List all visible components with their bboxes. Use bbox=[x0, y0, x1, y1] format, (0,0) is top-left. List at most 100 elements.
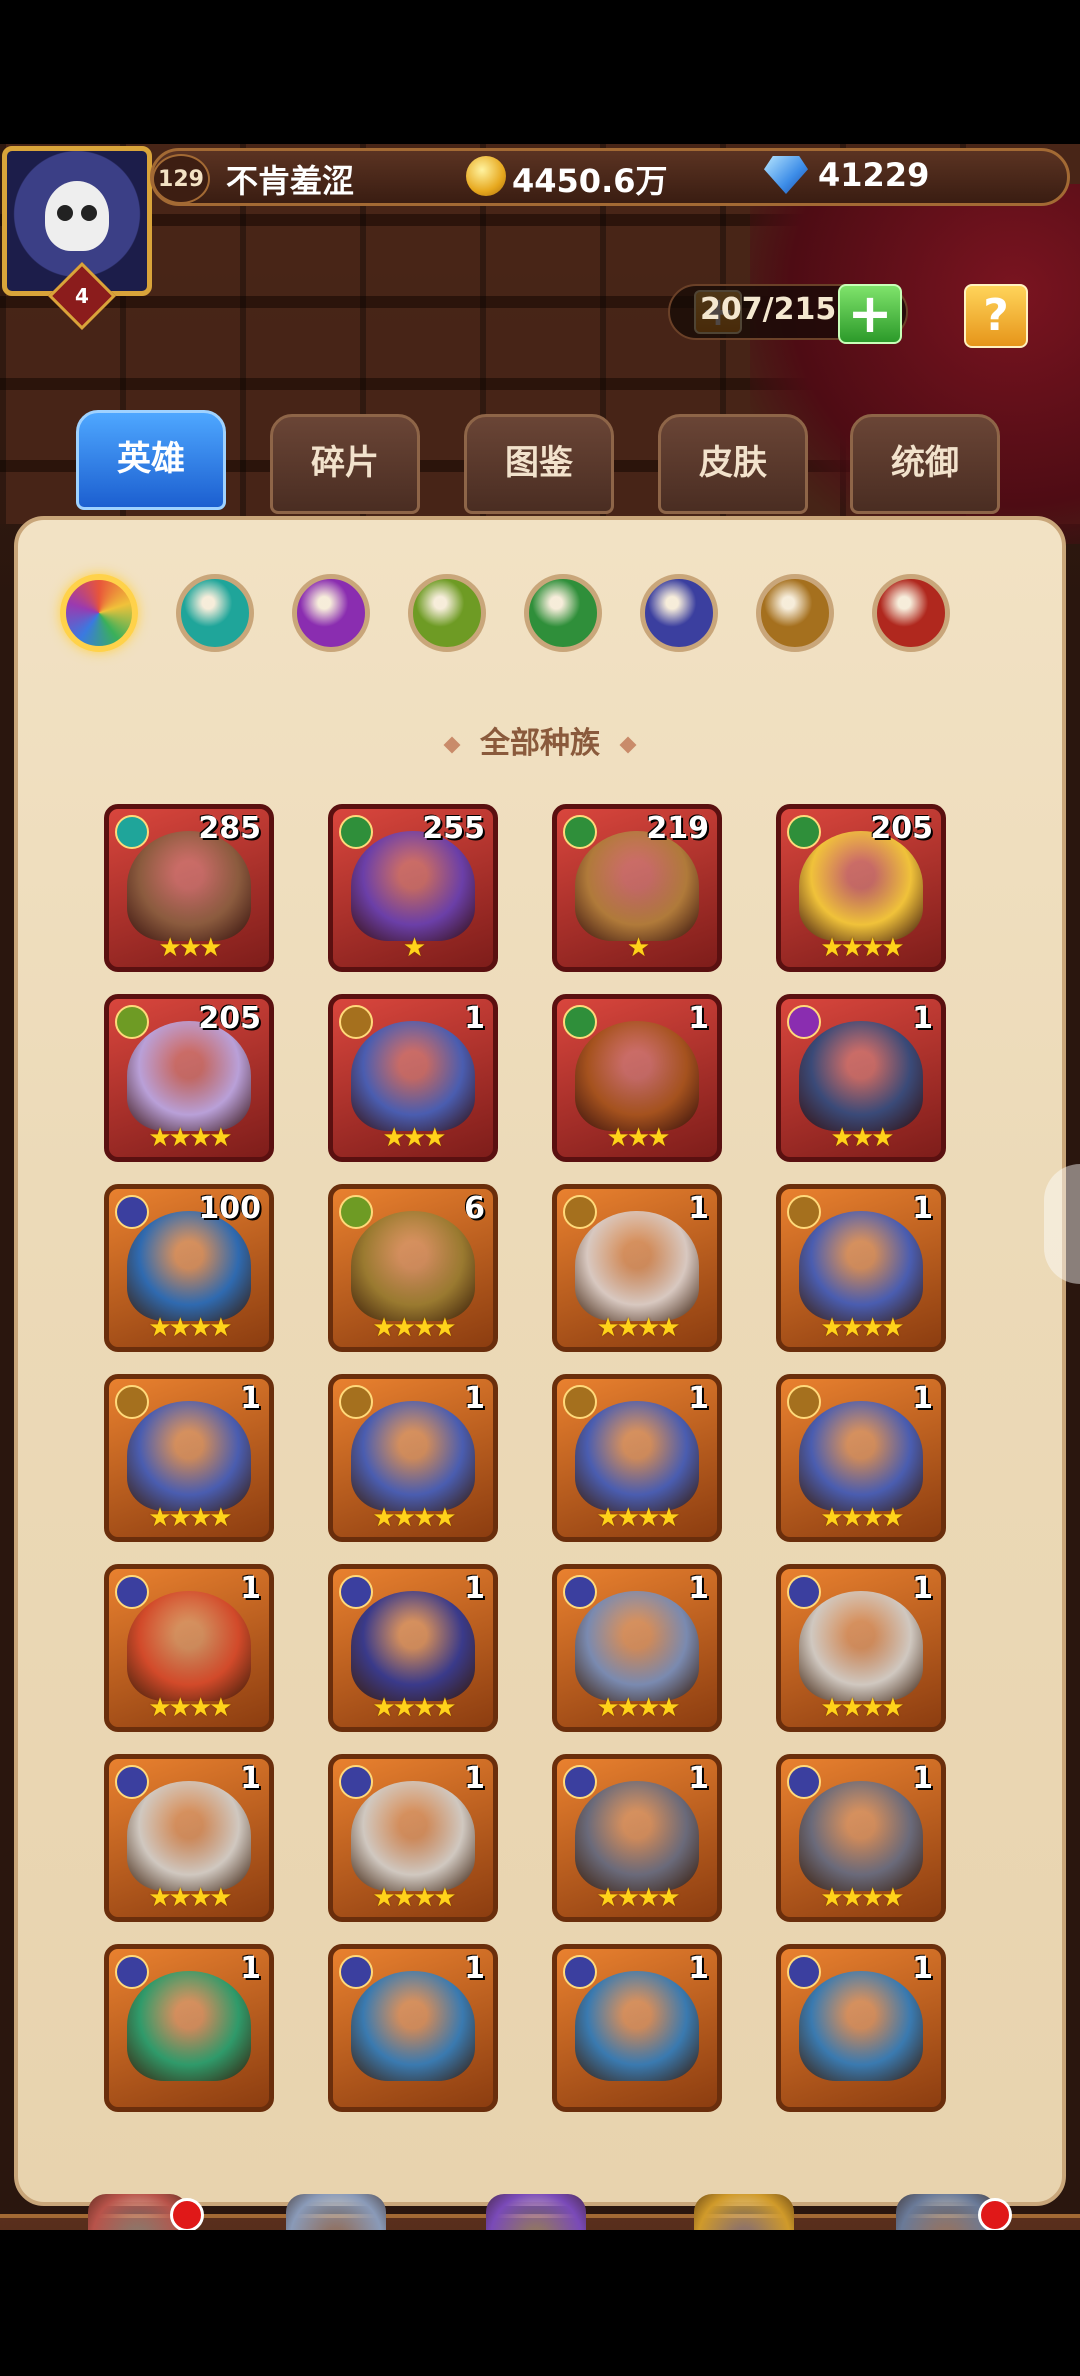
hero-stars: ★★★★ bbox=[148, 1313, 232, 1343]
tab-codex[interactable]: 图鉴 bbox=[464, 414, 614, 514]
hero-card[interactable]: 100 ★★★★ bbox=[104, 1184, 274, 1352]
hero-portrait bbox=[799, 1401, 923, 1511]
hero-level: 219 bbox=[646, 811, 709, 846]
hero-card[interactable]: 1 bbox=[776, 1944, 946, 2112]
hero-card[interactable]: 1 bbox=[104, 1944, 274, 2112]
race-icon bbox=[339, 1385, 373, 1419]
race-filter-abyss[interactable] bbox=[292, 574, 370, 652]
hero-card[interactable]: 1 bbox=[552, 1944, 722, 2112]
race-filter-light[interactable] bbox=[756, 574, 834, 652]
hero-card[interactable]: 1 ★★★★ bbox=[328, 1564, 498, 1732]
hero-card[interactable]: 255 ★ bbox=[328, 804, 498, 972]
hero-card[interactable]: 1 ★★★★ bbox=[104, 1374, 274, 1542]
hero-card[interactable]: 1 ★★★★ bbox=[552, 1374, 722, 1542]
hero-card[interactable]: 1 ★★★★ bbox=[776, 1564, 946, 1732]
hero-capacity: 207/215 bbox=[700, 292, 837, 327]
race-icon bbox=[563, 1575, 597, 1609]
tab-skins[interactable]: 皮肤 bbox=[658, 414, 808, 514]
race-icon bbox=[339, 1765, 373, 1799]
nav-castle[interactable]: 主城 bbox=[58, 2194, 218, 2230]
hero-stars: ★★★★ bbox=[372, 1503, 456, 1533]
hero-stars: ★ bbox=[626, 933, 650, 963]
tab-heroes[interactable]: 英雄 bbox=[76, 410, 226, 510]
race-icon bbox=[563, 815, 597, 849]
hero-level: 1 bbox=[912, 1761, 933, 1796]
hero-card[interactable]: 1 ★★★★ bbox=[104, 1754, 274, 1922]
hero-card[interactable]: 6 ★★★★ bbox=[328, 1184, 498, 1352]
hero-card[interactable]: 1 ★★★★ bbox=[328, 1374, 498, 1542]
hero-portrait bbox=[351, 1021, 475, 1131]
race-icon bbox=[787, 815, 821, 849]
race-icon bbox=[787, 1005, 821, 1039]
hero-card[interactable]: 219 ★ bbox=[552, 804, 722, 972]
hero-stars: ★★★ bbox=[158, 933, 223, 963]
hero-portrait bbox=[575, 1591, 699, 1701]
hero-card[interactable]: 1 ★★★★ bbox=[552, 1754, 722, 1922]
hero-level: 1 bbox=[464, 1001, 485, 1036]
game-screen: 4 129 不肯羞涩 4450.6万 + 41229 + 207/215 + ?… bbox=[0, 144, 1080, 2230]
race-icon bbox=[115, 815, 149, 849]
hero-portrait bbox=[799, 1591, 923, 1701]
hero-level: 6 bbox=[464, 1191, 485, 1226]
help-button[interactable]: ? bbox=[964, 284, 1028, 348]
race-icon bbox=[563, 1005, 597, 1039]
hero-portrait bbox=[351, 1591, 475, 1701]
hero-card[interactable]: 1 ★★★★ bbox=[328, 1754, 498, 1922]
hero-portrait bbox=[575, 1211, 699, 1321]
hero-portrait bbox=[575, 1021, 699, 1131]
race-icon bbox=[563, 1765, 597, 1799]
hero-card[interactable]: 205 ★★★★ bbox=[104, 994, 274, 1162]
hero-level: 1 bbox=[912, 1571, 933, 1606]
hero-card[interactable]: 1 ★★★ bbox=[776, 994, 946, 1162]
hero-level: 1 bbox=[464, 1381, 485, 1416]
race-filter-fortress[interactable] bbox=[176, 574, 254, 652]
nav-portal[interactable]: 探险 bbox=[456, 2194, 616, 2230]
hero-stars: ★★★ bbox=[606, 1123, 671, 1153]
hero-card[interactable]: 1 ★★★★ bbox=[776, 1754, 946, 1922]
race-icon bbox=[115, 1385, 149, 1419]
hero-stars: ★★★ bbox=[382, 1123, 447, 1153]
race-filter-chaos[interactable] bbox=[872, 574, 950, 652]
nav-backpack[interactable]: 背包 bbox=[664, 2194, 824, 2230]
hero-portrait bbox=[575, 831, 699, 941]
race-filter-title: 全部种族 bbox=[0, 718, 1080, 762]
hero-portrait bbox=[575, 1781, 699, 1891]
hero-card[interactable]: 1 ★★★★ bbox=[552, 1564, 722, 1732]
nav-guild[interactable]: 公会 bbox=[866, 2194, 1026, 2230]
expand-capacity-button[interactable]: + bbox=[838, 284, 902, 344]
hero-card[interactable]: 1 ★★★★ bbox=[776, 1184, 946, 1352]
hero-stars: ★★★★ bbox=[820, 1313, 904, 1343]
hero-stars: ★★★★ bbox=[820, 1693, 904, 1723]
race-icon bbox=[115, 1955, 149, 1989]
hero-portrait bbox=[799, 1781, 923, 1891]
player-level: 129 bbox=[152, 154, 210, 204]
hero-card[interactable]: 205 ★★★★ bbox=[776, 804, 946, 972]
race-filter-dark[interactable] bbox=[640, 574, 718, 652]
hero-card[interactable]: 1 ★★★★ bbox=[104, 1564, 274, 1732]
side-expand-handle[interactable] bbox=[1044, 1164, 1080, 1284]
race-filter-shadow[interactable] bbox=[408, 574, 486, 652]
tab-shards[interactable]: 碎片 bbox=[270, 414, 420, 514]
hero-level: 205 bbox=[198, 1001, 261, 1036]
nav-hero[interactable]: 英雄 bbox=[256, 2194, 416, 2230]
race-icon bbox=[339, 815, 373, 849]
hero-card[interactable]: 1 ★★★★ bbox=[776, 1374, 946, 1542]
race-filter-all[interactable] bbox=[60, 574, 138, 652]
hero-card[interactable]: 1 ★★★ bbox=[328, 994, 498, 1162]
hero-card[interactable]: 1 ★★★★ bbox=[552, 1184, 722, 1352]
race-icon bbox=[339, 1005, 373, 1039]
hero-portrait bbox=[351, 1401, 475, 1511]
race-icon bbox=[787, 1765, 821, 1799]
hero-portrait bbox=[127, 1591, 251, 1701]
hero-level: 1 bbox=[240, 1381, 261, 1416]
gold-coin-icon bbox=[466, 156, 506, 196]
tab-command[interactable]: 统御 bbox=[850, 414, 1000, 514]
avatar-rank-value: 4 bbox=[75, 284, 89, 308]
hero-card[interactable]: 1 bbox=[328, 1944, 498, 2112]
hero-level: 1 bbox=[688, 1571, 709, 1606]
race-filter-forest[interactable] bbox=[524, 574, 602, 652]
hero-portrait bbox=[127, 1211, 251, 1321]
hero-card[interactable]: 1 ★★★ bbox=[552, 994, 722, 1162]
race-icon bbox=[339, 1195, 373, 1229]
hero-card[interactable]: 285 ★★★ bbox=[104, 804, 274, 972]
